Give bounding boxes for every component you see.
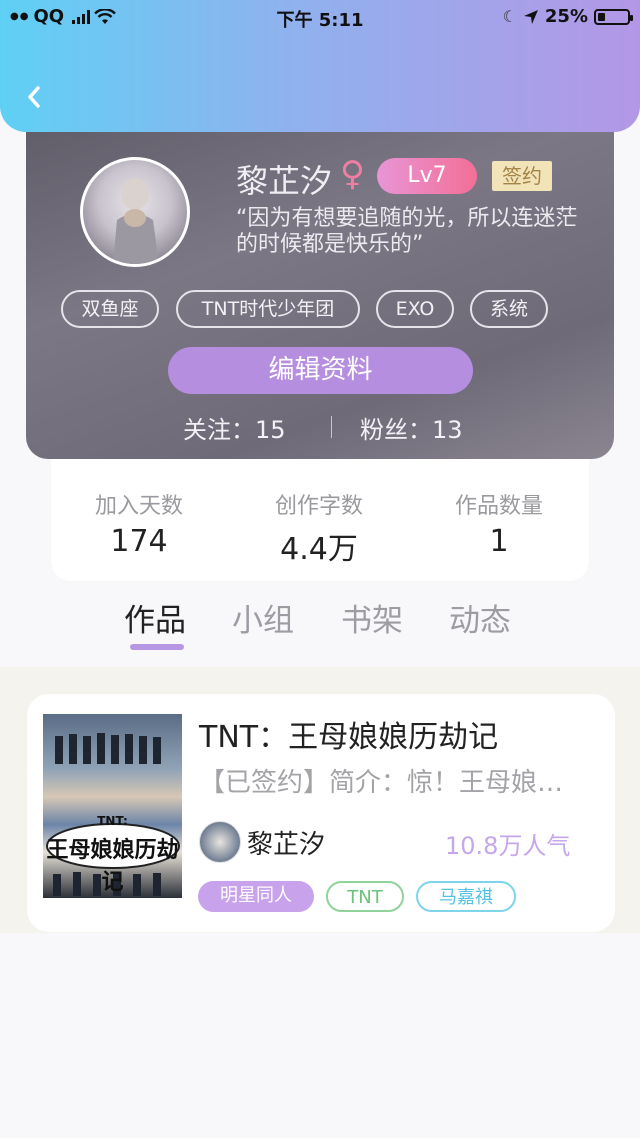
stat-label: 加入天数: [94, 494, 183, 519]
author-avatar: [199, 821, 241, 863]
stat-works-count: 作品数量 1: [419, 488, 579, 559]
top-header: ●● QQ 下午 5:11 ☾ 25%: [0, 0, 640, 132]
work-card[interactable]: TNT: 王母娘娘历劫记 TNT：王母娘娘历劫记 【已签约】简介：惊！王母娘… …: [27, 694, 615, 932]
stat-value: 4.4万: [280, 532, 358, 567]
female-icon: ♀: [340, 154, 365, 194]
work-popularity: 10.8万人气: [445, 832, 571, 860]
profile-tag[interactable]: EXO: [376, 290, 454, 328]
work-cover-image[interactable]: TNT: 王母娘娘历劫记: [43, 714, 182, 898]
profile-avatar[interactable]: [80, 157, 190, 267]
works-section: TNT: 王母娘娘历劫记 TNT：王母娘娘历劫记 【已签约】简介：惊！王母娘… …: [0, 667, 640, 933]
profile-tag[interactable]: 系统: [470, 290, 548, 328]
profile-card: 黎芷汐 ♀ Lv7 签约 “因为有想要追随的光，所以连迷茫 的时候都是快乐的” …: [26, 100, 614, 459]
status-right: ☾ 25%: [502, 6, 633, 27]
profile-tag[interactable]: TNT时代少年团: [176, 290, 360, 328]
follow-divider: [331, 416, 332, 438]
followers-count[interactable]: 粉丝：13: [360, 410, 463, 445]
followers-label: 粉丝：: [360, 416, 432, 444]
stat-value: 174: [110, 524, 168, 559]
user-quote: “因为有想要追随的光，所以连迷茫 的时候都是快乐的”: [236, 206, 578, 257]
cover-small-text: TNT:: [97, 814, 128, 828]
stat-label: 作品数量: [454, 494, 543, 519]
edit-profile-button[interactable]: 编辑资料: [168, 347, 473, 394]
battery-percent: 25%: [544, 6, 588, 27]
tab-activity[interactable]: 动态: [449, 595, 511, 640]
profile-tabs: 作品 小组 书架 动态: [0, 595, 640, 655]
moon-icon: ☾: [502, 7, 517, 26]
profile-tag[interactable]: 双鱼座: [61, 290, 159, 328]
cover-title-text: 王母娘娘历劫记: [46, 837, 179, 895]
battery-icon: [594, 8, 633, 25]
tab-groups[interactable]: 小组: [232, 595, 294, 640]
tab-bookshelf[interactable]: 书架: [341, 595, 403, 640]
stat-join-days: 加入天数 174: [59, 488, 219, 559]
work-tag[interactable]: TNT: [326, 881, 404, 912]
following-count[interactable]: 关注：15: [183, 410, 286, 445]
following-label: 关注：: [183, 416, 255, 444]
location-arrow-icon: [523, 9, 538, 24]
followers-value: 13: [432, 416, 463, 444]
avatar-figure-icon: [113, 178, 159, 264]
status-bar: ●● QQ 下午 5:11 ☾ 25%: [0, 0, 640, 34]
stat-label: 创作字数: [274, 494, 363, 519]
signed-badge: 签约: [492, 161, 552, 191]
work-tag[interactable]: 明星同人: [198, 881, 314, 912]
following-value: 15: [255, 416, 286, 444]
back-arrow-icon[interactable]: [20, 82, 50, 112]
stat-value: 1: [489, 524, 509, 559]
user-name: 黎芷汐: [236, 162, 333, 200]
tab-works[interactable]: 作品: [124, 595, 186, 640]
active-tab-indicator: [130, 644, 184, 650]
author-name: 黎芷汐: [247, 830, 326, 860]
work-tag[interactable]: 马嘉祺: [416, 881, 516, 912]
stat-word-count: 创作字数 4.4万: [239, 488, 399, 568]
work-intro: 【已签约】简介：惊！王母娘…: [199, 768, 564, 798]
work-title[interactable]: TNT：王母娘娘历劫记: [199, 712, 498, 756]
level-badge: Lv7: [377, 158, 477, 194]
